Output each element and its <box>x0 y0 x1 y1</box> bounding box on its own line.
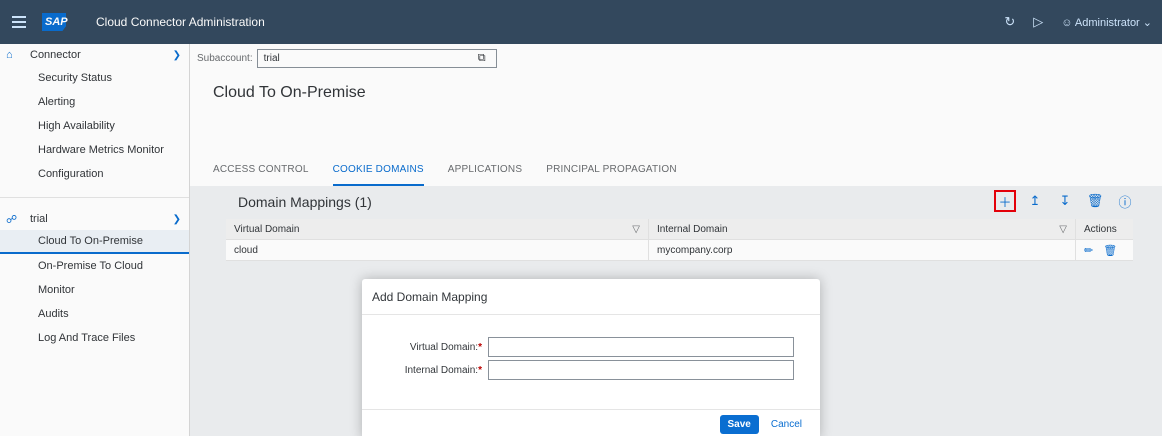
dialog-body: Virtual Domain:* Internal Domain:* <box>362 315 820 409</box>
save-button[interactable]: Save <box>719 415 759 434</box>
label-text: Internal Domain: <box>404 364 479 376</box>
internal-domain-row: Internal Domain:* <box>362 360 794 380</box>
dialog-footer: Save Cancel <box>362 409 820 436</box>
virtual-domain-label: Virtual Domain:* <box>362 342 482 353</box>
virtual-domain-input[interactable] <box>488 337 794 357</box>
virtual-domain-row: Virtual Domain:* <box>362 337 794 357</box>
dialog-title: Add Domain Mapping <box>362 279 820 315</box>
internal-domain-input[interactable] <box>488 360 794 380</box>
cancel-button[interactable]: Cancel <box>771 419 802 430</box>
internal-domain-label: Internal Domain:* <box>362 365 482 376</box>
required-mark: * <box>478 364 482 376</box>
add-domain-mapping-dialog: Add Domain Mapping Virtual Domain:* Inte… <box>362 279 820 436</box>
required-mark: * <box>478 341 482 353</box>
label-text: Virtual Domain: <box>409 341 479 353</box>
